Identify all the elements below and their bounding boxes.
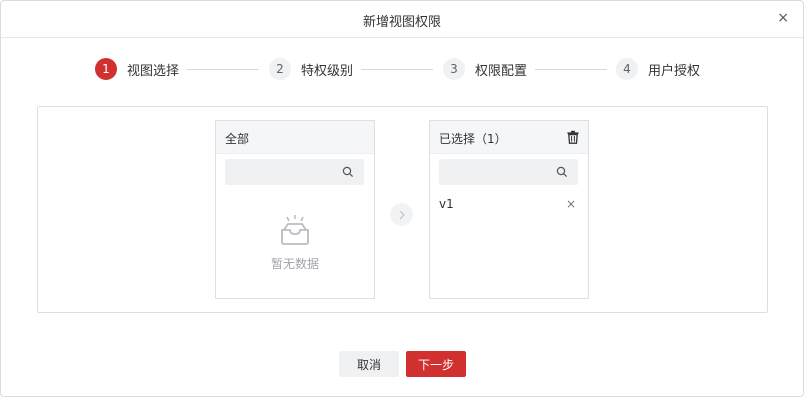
available-panel: 全部 暂无数据: [215, 120, 375, 299]
empty-state-text: 暂无数据: [270, 257, 319, 271]
step-1: 1 视图选择: [95, 57, 179, 81]
available-search-input[interactable]: [225, 159, 353, 187]
step-4: 4 用户授权: [616, 57, 700, 81]
selected-item-label: v1: [439, 197, 454, 211]
step-4-number: 4: [616, 58, 638, 80]
trash-icon[interactable]: [567, 130, 579, 144]
chevron-right-icon: [399, 210, 405, 219]
step-4-label: 用户授权: [648, 63, 701, 79]
step-connector: [361, 69, 433, 70]
step-1-label: 视图选择: [127, 63, 180, 79]
stepper: 1 视图选择 2 特权级别 3 权限配置 4 用户授权: [1, 57, 803, 83]
dialog-title: 新增视图权限: [362, 15, 441, 30]
search-icon[interactable]: [342, 166, 354, 178]
empty-inbox-icon: [281, 215, 309, 245]
step-2: 2 特权级别: [269, 57, 353, 81]
selected-search-input[interactable]: [439, 159, 567, 187]
step-3-number: 3: [443, 58, 465, 80]
step-connector: [535, 69, 607, 70]
dialog-header: 新增视图权限 ×: [1, 1, 803, 38]
search-icon[interactable]: [556, 166, 568, 178]
remove-item-icon[interactable]: ×: [566, 197, 576, 211]
step-3: 3 权限配置: [443, 57, 527, 81]
available-search: [225, 159, 364, 187]
available-panel-title: 全部: [225, 132, 250, 146]
selected-search: [439, 159, 578, 187]
step-connector: [187, 69, 259, 70]
cancel-button[interactable]: 取消: [339, 351, 399, 377]
close-icon[interactable]: ×: [777, 10, 789, 26]
step-3-label: 权限配置: [475, 63, 528, 79]
next-step-button[interactable]: 下一步: [406, 351, 466, 377]
available-panel-header: 全部: [216, 121, 374, 154]
transfer-right-button[interactable]: [390, 203, 413, 226]
step-2-number: 2: [269, 58, 291, 80]
step-2-label: 特权级别: [301, 63, 354, 79]
selected-panel: 已选择（1） v1 ×: [429, 120, 589, 299]
empty-state: 暂无数据: [216, 213, 374, 283]
dialog: 新增视图权限 × 1 视图选择 2 特权级别 3 权限配置 4 用户授权 全部: [0, 0, 804, 397]
selected-item: v1 ×: [439, 197, 578, 213]
step-1-number: 1: [95, 58, 117, 80]
selected-panel-title: 已选择（1）: [439, 132, 507, 146]
selected-panel-header: 已选择（1）: [430, 121, 588, 154]
